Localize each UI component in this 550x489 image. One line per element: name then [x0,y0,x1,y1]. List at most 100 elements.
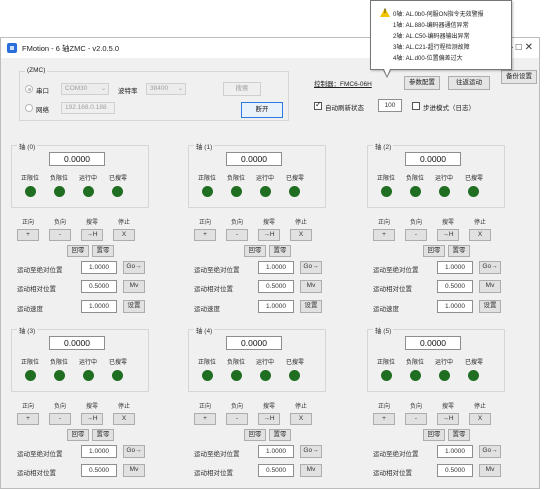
go-button[interactable]: Go→ [479,445,501,458]
jog-button[interactable]: - [226,413,248,425]
jog-button[interactable]: X [290,413,312,425]
jog-label: 正向 [377,220,390,226]
speed-input[interactable]: 1.0000 [81,300,117,313]
rel-position-input[interactable]: 0.5000 [437,464,473,477]
status-led [112,370,123,381]
speed-input[interactable]: 1.0000 [258,300,294,313]
zero-button[interactable]: 置零 [92,245,114,257]
abs-position-input[interactable]: 1.0000 [81,445,117,458]
move-button[interactable]: Mv [123,464,145,477]
jog-button[interactable]: + [17,413,39,425]
jog-button[interactable]: - [405,413,427,425]
go-button[interactable]: Go→ [300,261,322,274]
abs-position-input[interactable]: 1.0000 [437,261,473,274]
axis-position-display: 0.0000 [49,336,105,350]
go-button[interactable]: Go→ [123,261,145,274]
jog-button[interactable]: X [113,413,135,425]
status-label: 已搜零 [108,360,127,366]
jog-button[interactable]: →H [258,229,280,241]
axis-panel: 轴 (5) 0.0000 正限位 负限位 运行中 已搜零 正向 + 负向 - 搜零 →H 停止 X 回零 置零… [367,325,507,477]
app-icon [7,43,17,53]
move-button[interactable]: Mv [123,280,145,293]
jog-button[interactable]: - [49,229,71,241]
abs-position-input[interactable]: 1.0000 [437,445,473,458]
status-label: 负限位 [405,360,424,366]
backup-settings-button[interactable]: 备份设置 [501,70,537,84]
zero-button[interactable]: 置零 [269,245,291,257]
baud-select[interactable]: 38400 ⌄ [146,83,186,95]
axis-panel: 轴 (0) 0.0000 正限位 负限位 运行中 已搜零 正向 + 负向 - 搜零 →H 停止 X 回零 置零… [11,141,151,316]
serial-port-select[interactable]: COM30 ⌄ [61,83,109,95]
jog-button[interactable]: - [49,413,71,425]
jog-button[interactable]: X [469,229,491,241]
serial-radio[interactable] [25,85,33,93]
jog-button[interactable]: + [373,229,395,241]
alarm-line: 0轴: AL.0b0-伺服ON指令无效警报 [393,12,484,18]
status-led [202,370,213,381]
jog-button[interactable]: X [290,229,312,241]
abs-position-input[interactable]: 1.0000 [258,445,294,458]
jog-label: 搜零 [441,220,454,226]
zero-button[interactable]: 置零 [92,429,114,441]
home-button[interactable]: 回零 [244,245,266,257]
network-radio[interactable] [25,104,33,112]
home-button[interactable]: 回零 [244,429,266,441]
move-button[interactable]: Mv [479,280,501,293]
disconnect-button[interactable]: 断开 [241,102,283,118]
home-button[interactable]: 回零 [67,429,89,441]
move-button[interactable]: Mv [479,464,501,477]
abs-position-input[interactable]: 1.0000 [258,261,294,274]
search-button[interactable]: 搜索 [223,82,261,96]
home-button[interactable]: 回零 [67,245,89,257]
refresh-interval-input[interactable]: 100 [378,99,402,112]
go-button[interactable]: Go→ [479,261,501,274]
home-button[interactable]: 回零 [423,245,445,257]
jog-button[interactable]: →H [437,413,459,425]
axis-title: 轴 (1) [194,141,215,151]
rel-position-input[interactable]: 0.5000 [437,280,473,293]
jog-button[interactable]: →H [81,229,103,241]
param-config-button[interactable]: 参数配置 [404,76,440,90]
speed-input[interactable]: 1.0000 [437,300,473,313]
status-led [468,370,479,381]
main-window: FMotion - 6 轴ZMC - v2.0.5.0 — □ ✕ (ZMC) … [0,37,540,489]
abs-position-input[interactable]: 1.0000 [81,261,117,274]
network-label: 网络 [36,107,49,114]
move-button[interactable]: Mv [300,464,322,477]
jog-button[interactable]: + [194,413,216,425]
axis-position-display: 0.0000 [405,152,461,166]
zero-button[interactable]: 置零 [269,429,291,441]
set-speed-button[interactable]: 设置 [479,300,501,313]
rel-position-input[interactable]: 0.5000 [258,280,294,293]
auto-refresh-checkbox[interactable] [314,100,322,110]
jog-button[interactable]: →H [437,229,459,241]
jog-label: 负向 [230,404,243,410]
rel-position-input[interactable]: 0.5000 [81,280,117,293]
set-speed-button[interactable]: 设置 [123,300,145,313]
ip-field[interactable]: 192.168.0.188 [61,102,115,114]
rel-position-label: 运动相对位置 [373,470,412,477]
step-mode-checkbox[interactable] [412,102,420,110]
jog-button[interactable]: - [405,229,427,241]
jog-button[interactable]: - [226,229,248,241]
go-button[interactable]: Go→ [123,445,145,458]
tooltip-tail [383,69,391,78]
jog-label: 停止 [117,220,130,226]
move-button[interactable]: Mv [300,280,322,293]
rel-position-input[interactable]: 0.5000 [258,464,294,477]
set-speed-button[interactable]: 设置 [300,300,322,313]
jog-button[interactable]: + [373,413,395,425]
go-button[interactable]: Go→ [300,445,322,458]
jog-button[interactable]: X [113,229,135,241]
home-button[interactable]: 回零 [423,429,445,441]
zero-button[interactable]: 置零 [448,429,470,441]
rel-position-input[interactable]: 0.5000 [81,464,117,477]
zero-button[interactable]: 置零 [448,245,470,257]
jog-button[interactable]: + [17,229,39,241]
jog-button[interactable]: X [469,413,491,425]
jog-label: 正向 [377,404,390,410]
jog-button[interactable]: →H [258,413,280,425]
back-home-button[interactable]: 往返运动 [448,76,490,90]
jog-button[interactable]: →H [81,413,103,425]
jog-button[interactable]: + [194,229,216,241]
